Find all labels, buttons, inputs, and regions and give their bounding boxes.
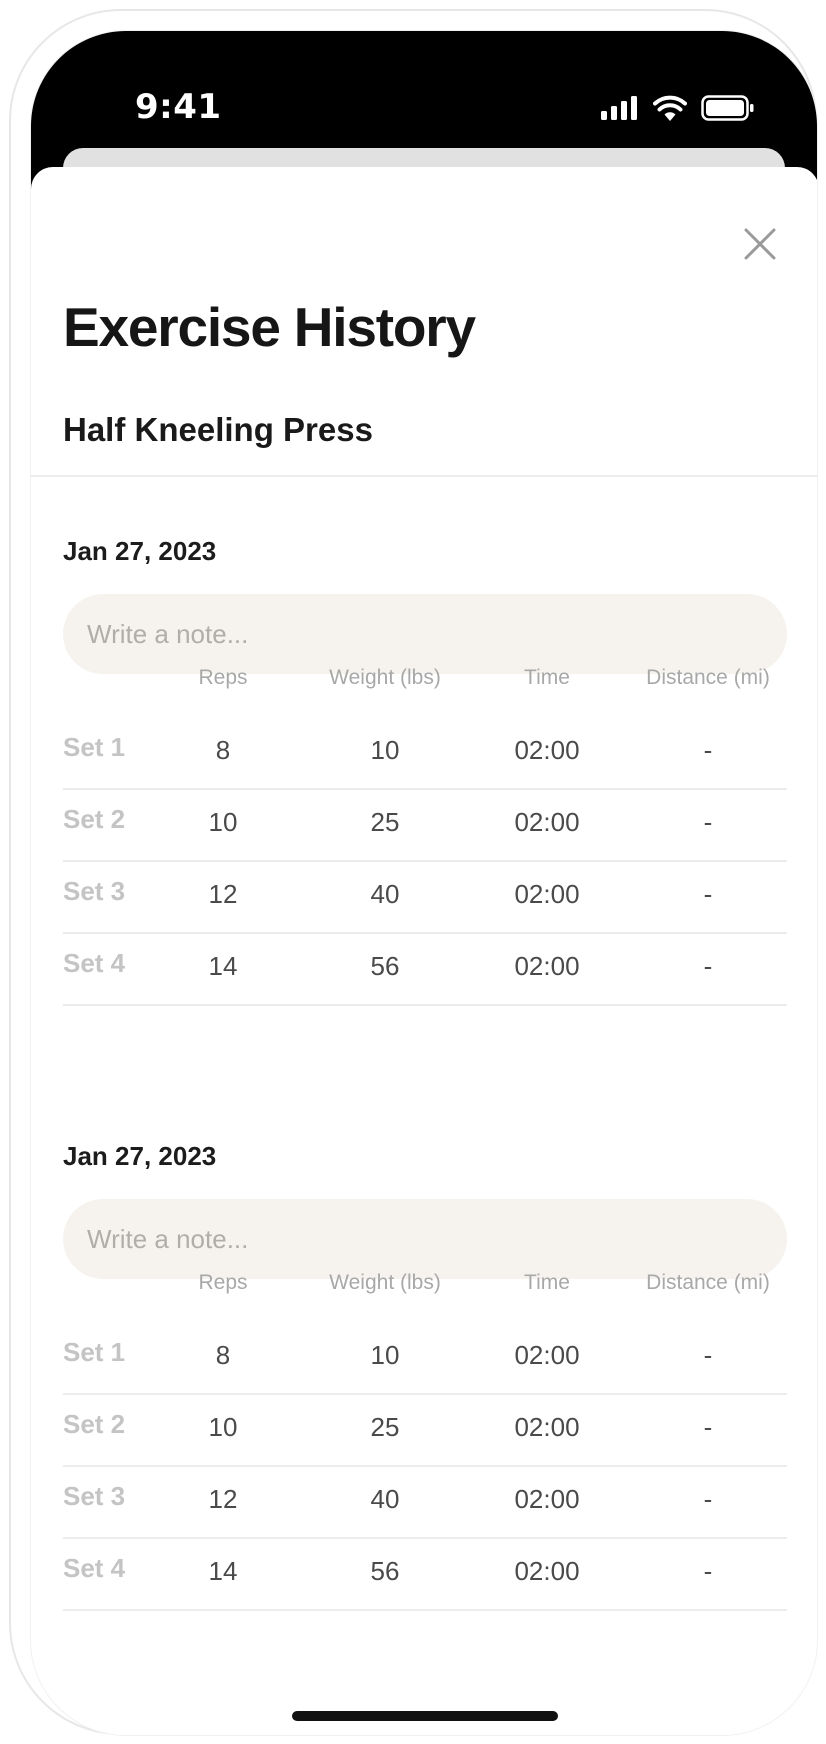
reps-value: 12 — [208, 1484, 238, 1514]
reps-value: 12 — [208, 879, 238, 909]
reps-value: 8 — [215, 1340, 231, 1370]
distance-value: - — [703, 1556, 713, 1586]
exercise-name: Half Kneeling Press — [63, 411, 373, 448]
phone-screen: 9:41 Exercise History Half Kneeling Pres… — [30, 30, 818, 1736]
set-label: Set 1 — [63, 1337, 126, 1367]
distance-value: - — [703, 879, 713, 909]
set-label: Set 2 — [63, 1409, 126, 1439]
weight-value: 56 — [370, 951, 400, 981]
session-date: Jan 27, 2023 — [63, 1141, 217, 1171]
column-header-time: Time — [524, 666, 570, 689]
column-header-time: Time — [524, 1271, 570, 1294]
set-label: Set 3 — [63, 1481, 126, 1511]
page-title: Exercise History — [63, 296, 476, 358]
column-header-reps: Reps — [198, 666, 248, 689]
time-value: 02:00 — [514, 1556, 580, 1586]
column-header-distance: Distance (mi) — [646, 1271, 770, 1294]
weight-value: 25 — [370, 807, 400, 837]
status-icons — [601, 95, 755, 126]
distance-value: - — [703, 1412, 713, 1442]
session-date: Jan 27, 2023 — [63, 536, 217, 566]
weight-value: 56 — [370, 1556, 400, 1586]
distance-value: - — [703, 951, 713, 981]
close-icon[interactable] — [743, 227, 777, 261]
set-row: Set 4 14 56 02:00 - — [63, 1539, 787, 1611]
time-value: 02:00 — [514, 1484, 580, 1514]
distance-value: - — [703, 1340, 713, 1370]
weight-value: 10 — [370, 735, 400, 765]
weight-value: 40 — [370, 1484, 400, 1514]
set-row: Set 3 12 40 02:00 - — [63, 862, 787, 934]
time-value: 02:00 — [514, 807, 580, 837]
header-divider — [31, 475, 817, 477]
time-value: 02:00 — [514, 879, 580, 909]
time-value: 02:00 — [514, 1340, 580, 1370]
set-row: Set 2 10 25 02:00 - — [63, 790, 787, 862]
set-label: Set 1 — [63, 732, 126, 762]
status-time: 9:41 — [135, 87, 222, 127]
set-row: Set 4 14 56 02:00 - — [63, 934, 787, 1006]
weight-value: 40 — [370, 879, 400, 909]
time-value: 02:00 — [514, 951, 580, 981]
time-value: 02:00 — [514, 735, 580, 765]
set-label: Set 4 — [63, 948, 126, 978]
set-label: Set 4 — [63, 1553, 126, 1583]
battery-icon — [701, 95, 755, 126]
reps-value: 8 — [215, 735, 231, 765]
wifi-icon — [653, 95, 687, 126]
reps-value: 14 — [208, 1556, 238, 1586]
distance-value: - — [703, 807, 713, 837]
history-session: Jan 27, 2023 Reps Weight (lbs) Time Dist… — [63, 1141, 787, 1661]
weight-value: 25 — [370, 1412, 400, 1442]
distance-value: - — [703, 735, 713, 765]
time-value: 02:00 — [514, 1412, 580, 1442]
set-row: Set 1 8 10 02:00 - — [63, 718, 787, 790]
column-header-reps: Reps — [198, 1271, 248, 1294]
history-session: Jan 27, 2023 Reps Weight (lbs) Time Dist… — [63, 536, 787, 1056]
column-header-weight: Weight (lbs) — [329, 666, 441, 689]
reps-value: 14 — [208, 951, 238, 981]
set-label: Set 3 — [63, 876, 126, 906]
set-row: Set 1 8 10 02:00 - — [63, 1323, 787, 1395]
column-header-distance: Distance (mi) — [646, 666, 770, 689]
phone-frame: 9:41 Exercise History Half Kneeling Pres… — [9, 9, 818, 1736]
note-input[interactable] — [63, 1199, 787, 1279]
set-row: Set 3 12 40 02:00 - — [63, 1467, 787, 1539]
note-input[interactable] — [63, 594, 787, 674]
reps-value: 10 — [208, 807, 238, 837]
reps-value: 10 — [208, 1412, 238, 1442]
distance-value: - — [703, 1484, 713, 1514]
set-row: Set 2 10 25 02:00 - — [63, 1395, 787, 1467]
set-label: Set 2 — [63, 804, 126, 834]
column-header-weight: Weight (lbs) — [329, 1271, 441, 1294]
signal-bars-icon — [601, 96, 639, 125]
home-indicator[interactable] — [292, 1711, 558, 1721]
weight-value: 10 — [370, 1340, 400, 1370]
